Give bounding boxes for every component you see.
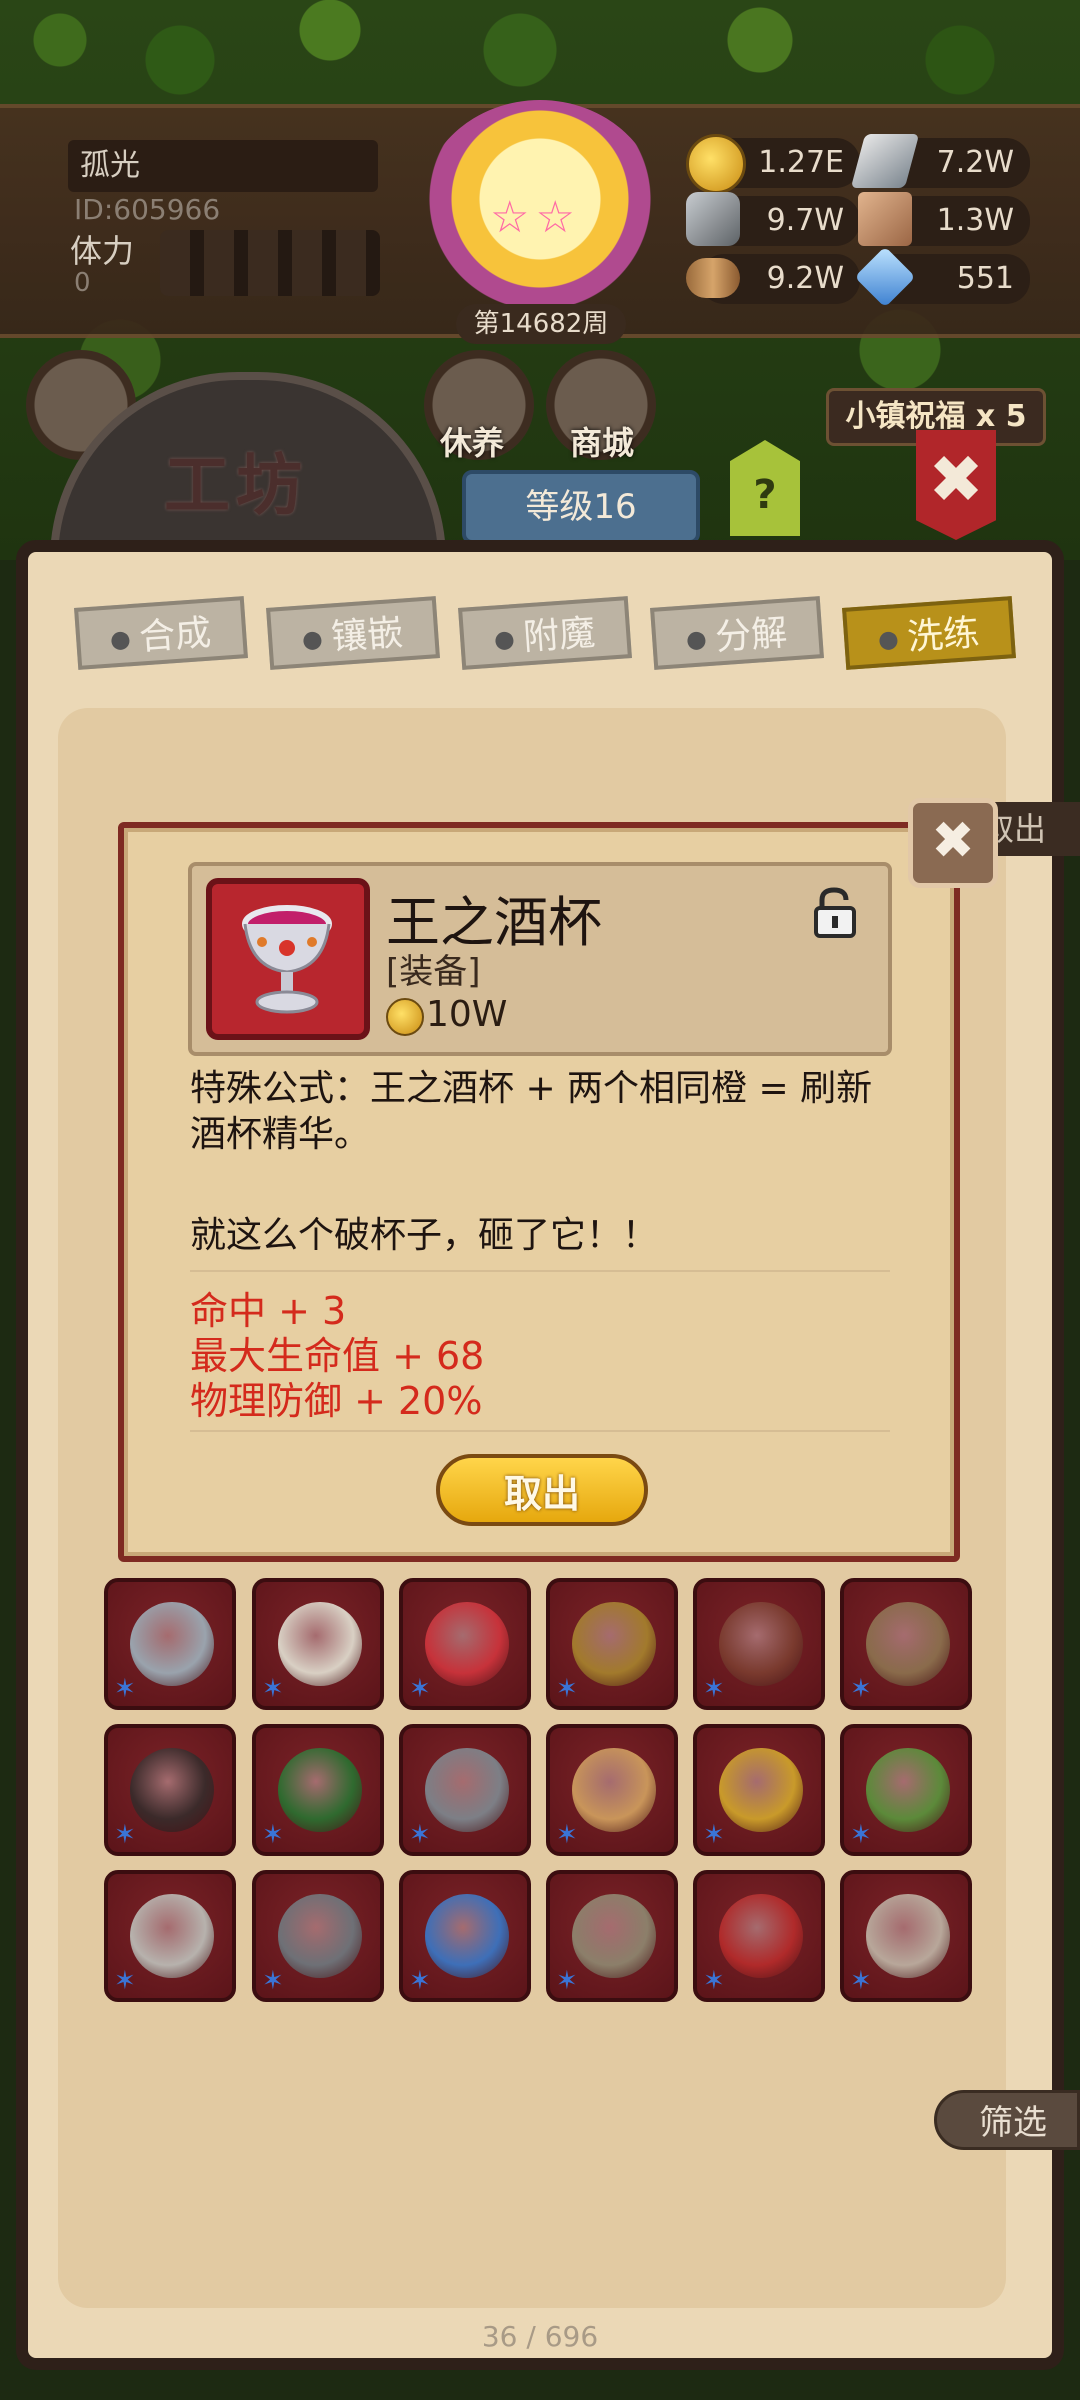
inventory-slot[interactable]: ✶	[399, 1870, 531, 2002]
tab-refine[interactable]: 洗练	[842, 596, 1016, 670]
stamina-value: 0	[74, 268, 91, 298]
star-icon: ✶	[409, 1820, 431, 1850]
take-out-button[interactable]: 取出	[436, 1454, 648, 1526]
gold-coin-icon	[686, 134, 746, 194]
star-icon: ✶	[262, 1966, 284, 1996]
green-claw-icon	[866, 1748, 950, 1832]
crystal-orb-icon	[425, 1894, 509, 1978]
avatar-star-eyes-icon: ☆☆	[490, 192, 581, 243]
star-icon: ✶	[114, 1966, 136, 1996]
filter-button[interactable]: 筛选	[934, 2090, 1080, 2150]
unlock-icon[interactable]	[812, 886, 858, 938]
gold-ring-icon	[719, 1748, 803, 1832]
inventory-slot[interactable]: ✶	[252, 1724, 384, 1856]
star-icon: ✶	[556, 1674, 578, 1704]
stat-line: 物理防御 + 20%	[190, 1379, 483, 1423]
item-description: 特殊公式：王之酒杯 + 两个相同橙 = 刷新酒杯精华。	[190, 1068, 873, 1155]
shop-label[interactable]: 商城	[570, 418, 634, 464]
inventory-slot[interactable]: ✶	[104, 1724, 236, 1856]
stamina-bar	[160, 230, 380, 296]
iron-glove-icon	[278, 1894, 362, 1978]
week-counter: 第14682周	[456, 304, 626, 344]
gauntlet-icon	[572, 1602, 656, 1686]
star-icon: ✶	[262, 1820, 284, 1850]
tab-dot-icon	[878, 631, 899, 651]
inventory-slot[interactable]: ✶	[546, 1724, 678, 1856]
item-flavor-text: 就这么个破杯子，砸了它！！	[190, 1215, 659, 1256]
inventory-slot[interactable]: ✶	[546, 1870, 678, 2002]
inventory-slot[interactable]: ✶	[104, 1578, 236, 1710]
crown-icon	[130, 1602, 214, 1686]
wood-log-icon	[686, 258, 740, 298]
star-icon: ✶	[850, 1966, 872, 1996]
tab-enchant[interactable]: 附魔	[458, 596, 632, 670]
divider	[190, 1430, 890, 1432]
star-icon: ✶	[703, 1966, 725, 1996]
star-icon: ✶	[409, 1674, 431, 1704]
green-armor-icon	[278, 1748, 362, 1832]
star-icon: ✶	[850, 1674, 872, 1704]
tab-dot-icon	[494, 631, 515, 651]
close-workshop-button[interactable]: ✖	[916, 430, 996, 540]
star-icon: ✶	[703, 1674, 725, 1704]
divider	[190, 1270, 890, 1272]
whip-icon	[130, 1748, 214, 1832]
tab-dot-icon	[302, 631, 323, 651]
inventory-slot[interactable]: ✶	[252, 1578, 384, 1710]
spear-icon	[425, 1748, 509, 1832]
gold-coin-icon	[386, 998, 424, 1036]
star-icon: ✶	[703, 1820, 725, 1850]
inventory-slot[interactable]: ✶	[104, 1870, 236, 2002]
goblet-icon	[242, 905, 332, 1014]
inventory-slot[interactable]: ✶	[399, 1578, 531, 1710]
star-icon: ✶	[556, 1820, 578, 1850]
inventory-slot[interactable]: ✶	[693, 1870, 825, 2002]
star-icon: ✶	[114, 1674, 136, 1704]
player-id: ID:605966	[74, 193, 221, 226]
star-icon: ✶	[556, 1966, 578, 1996]
tab-dot-icon	[686, 631, 707, 651]
red-book-icon	[719, 1894, 803, 1978]
leather-icon	[858, 192, 912, 246]
amulet-icon	[425, 1602, 509, 1686]
tab-inlay[interactable]: 镶嵌	[266, 596, 440, 670]
star-icon: ✶	[409, 1966, 431, 1996]
workshop-title: 工坊	[164, 447, 308, 524]
inventory-slot[interactable]: ✶	[399, 1724, 531, 1856]
spellbook-icon	[572, 1894, 656, 1978]
star-icon: ✶	[114, 1820, 136, 1850]
dialog-close-button[interactable]: ✖	[908, 798, 998, 888]
ring-icon	[866, 1602, 950, 1686]
belt-icon	[719, 1602, 803, 1686]
item-type: [装备]	[386, 952, 481, 992]
rest-label[interactable]: 休养	[440, 418, 504, 464]
tab-dot-icon	[110, 631, 131, 651]
inventory-slot[interactable]: ✶	[693, 1724, 825, 1856]
inventory-slot[interactable]: ✶	[840, 1578, 972, 1710]
tab-compose[interactable]: 合成	[74, 596, 248, 670]
star-icon: ✶	[850, 1820, 872, 1850]
star-icon: ✶	[262, 1674, 284, 1704]
player-name[interactable]: 孤光	[68, 140, 378, 192]
skull-blade-icon	[130, 1894, 214, 1978]
inventory-pager: 36 / 696	[481, 2320, 599, 2353]
inventory-slot[interactable]: ✶	[252, 1870, 384, 2002]
potion-icon	[572, 1748, 656, 1832]
scepter-icon	[278, 1602, 362, 1686]
inventory-slot[interactable]: ✶	[546, 1578, 678, 1710]
inventory-slot[interactable]: ✶	[840, 1724, 972, 1856]
item-price: 10W	[426, 994, 508, 1035]
cloak-icon	[866, 1894, 950, 1978]
stamina-label: 体力	[70, 232, 135, 270]
workshop-level-badge[interactable]: 等级16	[462, 470, 700, 544]
inventory-slot[interactable]: ✶	[840, 1870, 972, 2002]
inventory-slot[interactable]: ✶	[693, 1578, 825, 1710]
tab-decompose[interactable]: 分解	[650, 596, 824, 670]
stone-ore-icon	[686, 192, 740, 246]
